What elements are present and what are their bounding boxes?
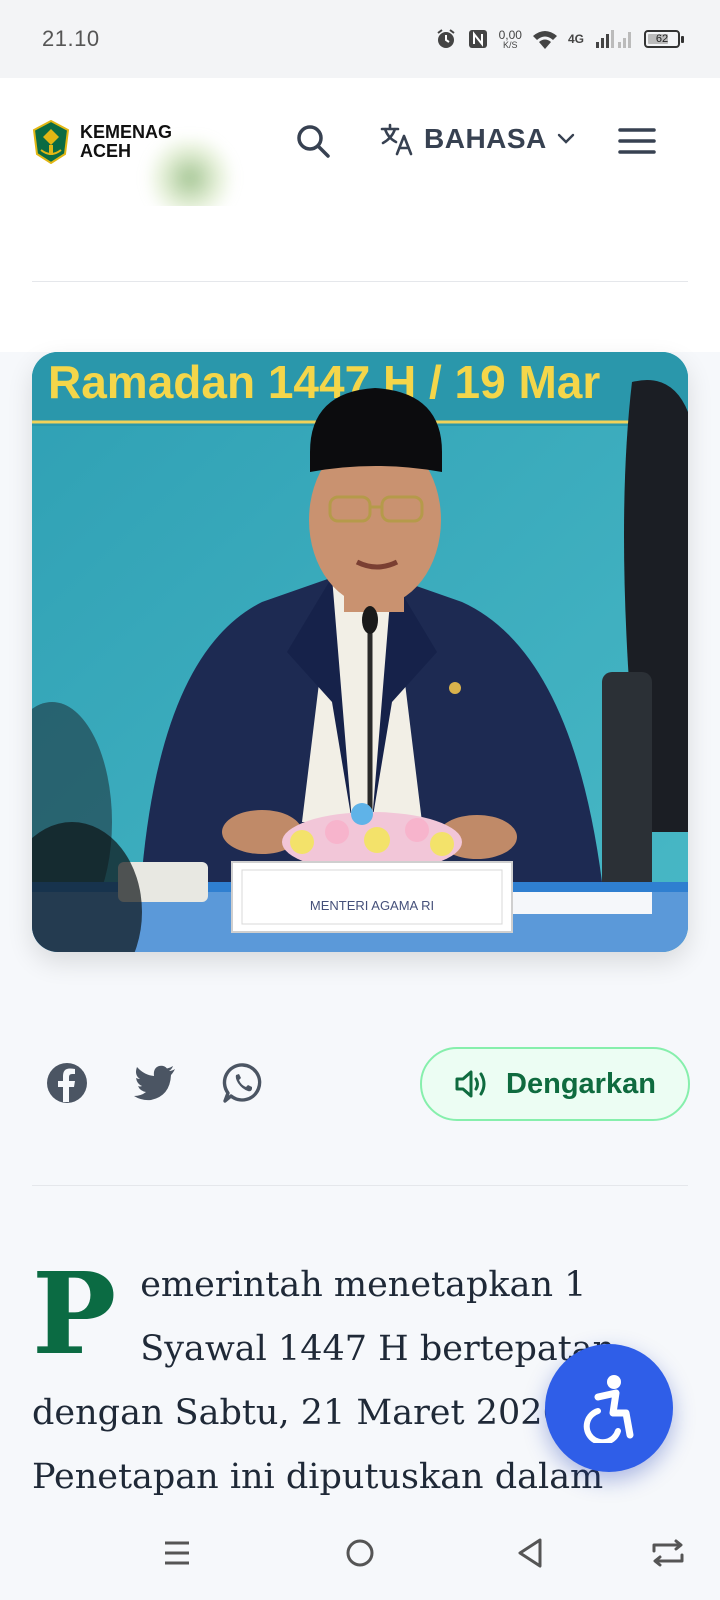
chevron-down-icon — [557, 133, 574, 144]
net-speed: 0,00 K/S — [499, 29, 522, 50]
net-speed-unit: K/S — [503, 39, 518, 50]
battery-level: 62 — [655, 33, 669, 45]
status-bar: 21.10 0,00 K/S 4G 62 — [0, 0, 720, 78]
status-icons: 0,00 K/S 4G 62 — [435, 28, 684, 50]
hamburger-menu-icon[interactable] — [618, 126, 656, 156]
listen-button[interactable]: Dengarkan — [420, 1047, 690, 1121]
nav-back-button[interactable] — [510, 1533, 550, 1573]
accessibility-button[interactable] — [545, 1344, 673, 1472]
hero-banner-text: Ramadan 1447 H / 19 Mar — [48, 356, 600, 408]
translate-icon — [380, 123, 413, 156]
twitter-icon — [134, 1065, 175, 1101]
system-nav-bar — [0, 1505, 720, 1600]
signal-icon — [596, 30, 631, 48]
nameplate-text: MENTERI AGAMA RI — [310, 898, 434, 913]
search-icon[interactable] — [294, 122, 332, 160]
nav-rotate-button[interactable] — [648, 1533, 688, 1573]
status-time: 21.10 — [42, 26, 100, 51]
hero-photo: Ramadan 1447 H / 19 Mar MENTERI AGAMA RI — [32, 352, 688, 952]
facebook-icon — [47, 1063, 87, 1103]
header-spacer — [0, 206, 720, 352]
section-divider — [32, 1185, 688, 1186]
wifi-icon — [532, 31, 557, 49]
accessibility-icon — [583, 1375, 634, 1443]
share-facebook-button[interactable] — [44, 1060, 90, 1106]
net-speed-value: 0,00 — [498, 27, 522, 42]
listen-label: Dengarkan — [506, 1067, 656, 1100]
language-selector[interactable]: BAHASA — [380, 122, 575, 156]
nav-recents-button[interactable] — [157, 1533, 197, 1573]
nfc-icon — [468, 30, 487, 48]
section-divider — [32, 281, 688, 282]
network-type: 4G — [567, 32, 584, 46]
nav-home-button[interactable] — [340, 1533, 380, 1573]
site-header: KEMENAG ACEH BAHASA — [0, 78, 720, 218]
share-buttons — [44, 1060, 266, 1106]
share-twitter-button[interactable] — [132, 1060, 178, 1106]
back-icon — [518, 1538, 542, 1568]
rotate-icon — [652, 1539, 684, 1567]
whatsapp-icon — [222, 1063, 262, 1103]
battery-icon: 62 — [644, 30, 684, 48]
article-text: emerintah menetapkan 1 Syawal 1447 H ber… — [32, 1265, 616, 1497]
recents-icon — [165, 1541, 189, 1565]
article-dropcap: P — [32, 1249, 117, 1380]
home-icon — [346, 1539, 374, 1567]
speaker-icon — [455, 1070, 486, 1098]
alarm-icon — [437, 29, 455, 48]
language-label: BAHASA — [424, 123, 547, 154]
article-hero-image: Ramadan 1447 H / 19 Mar MENTERI AGAMA RI — [32, 352, 688, 952]
kemenag-emblem-icon — [32, 120, 70, 164]
share-whatsapp-button[interactable] — [220, 1060, 266, 1106]
